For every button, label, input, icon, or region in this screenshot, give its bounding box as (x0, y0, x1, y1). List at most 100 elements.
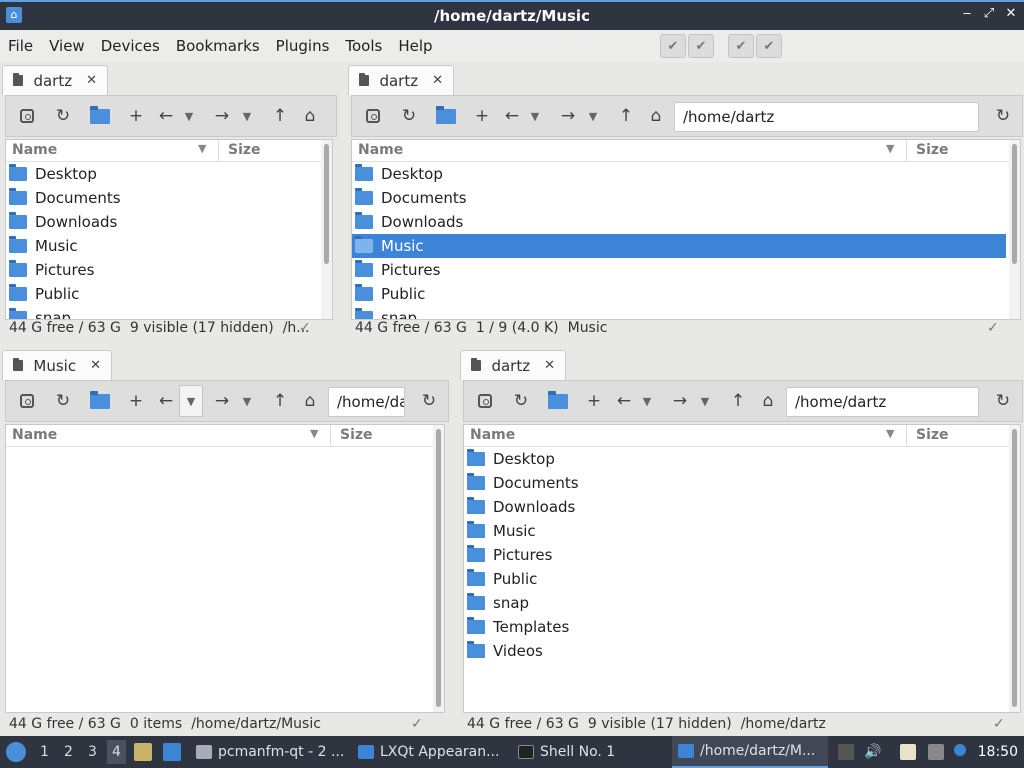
path-input[interactable]: /home/dartz (674, 102, 979, 132)
drive-button[interactable] (16, 96, 38, 136)
desktop-switch-2[interactable]: 2 (64, 744, 73, 760)
new-folder-button[interactable] (88, 381, 112, 421)
column-size[interactable]: Size (916, 142, 949, 158)
forward-button[interactable]: → (670, 381, 690, 421)
home-button[interactable]: ⌂ (758, 381, 778, 421)
list-item[interactable]: snap (464, 591, 1004, 615)
drive-button[interactable] (474, 381, 496, 421)
column-size[interactable]: Size (228, 142, 261, 158)
back-button[interactable]: ← (614, 381, 634, 421)
new-tab-button[interactable]: + (472, 96, 492, 136)
forward-button[interactable]: → (212, 381, 232, 421)
tab-dartz[interactable]: dartz ✕ (460, 350, 566, 380)
list-item[interactable]: Downloads (352, 210, 1006, 234)
menu-tools[interactable]: Tools (337, 37, 390, 55)
list-item[interactable]: Templates (464, 615, 1004, 639)
drive-button[interactable] (16, 381, 38, 421)
menu-devices[interactable]: Devices (93, 37, 168, 55)
sort-chevron-icon[interactable]: ▼ (886, 427, 894, 440)
list-item[interactable]: Public (6, 282, 318, 306)
tab-close-icon[interactable]: ✕ (90, 358, 101, 373)
list-item[interactable]: Desktop (352, 162, 1006, 186)
forward-button[interactable]: → (558, 96, 578, 136)
list-item[interactable]: Public (352, 282, 1006, 306)
view-toggle-check-icon[interactable]: ✔ (688, 34, 714, 58)
task-shell[interactable]: Shell No. 1 (512, 736, 670, 768)
view-toggle-check-icon[interactable]: ✔ (660, 34, 686, 58)
new-folder-button[interactable] (546, 381, 570, 421)
task-lxqt-appearance[interactable]: LXQt Appearan... (352, 736, 510, 768)
column-name[interactable]: Name (12, 427, 57, 443)
forward-history-button[interactable]: ▼ (586, 96, 600, 136)
list-item-selected[interactable]: Music (352, 234, 1006, 258)
list-item[interactable]: Pictures (6, 258, 318, 282)
column-size[interactable]: Size (916, 427, 949, 443)
file-list[interactable]: Name ▼ Size (5, 424, 445, 713)
file-list[interactable]: Name ▼ Size Desktop Documents Downloads … (5, 139, 333, 320)
tray-up-arrow-icon[interactable] (838, 744, 854, 760)
file-manager-launcher-icon[interactable] (134, 743, 152, 761)
vertical-scrollbar[interactable] (321, 140, 332, 319)
vertical-scrollbar[interactable] (1009, 140, 1020, 319)
desktop-switch-3[interactable]: 3 (88, 744, 97, 760)
list-item[interactable]: Desktop (464, 447, 1004, 471)
list-item[interactable]: Downloads (464, 495, 1004, 519)
menu-help[interactable]: Help (390, 37, 440, 55)
sort-chevron-icon[interactable]: ▼ (310, 427, 318, 440)
menu-plugins[interactable]: Plugins (268, 37, 338, 55)
tab-dartz[interactable]: dartz ✕ (2, 65, 108, 95)
column-name[interactable]: Name (12, 142, 57, 158)
file-list[interactable]: Name ▼ Size Desktop Documents Downloads … (463, 424, 1021, 713)
drive-button[interactable] (362, 96, 384, 136)
up-button[interactable]: ↑ (270, 381, 290, 421)
list-item[interactable]: Pictures (352, 258, 1006, 282)
list-item[interactable]: Videos (464, 639, 1004, 663)
file-list[interactable]: Name ▼ Size Desktop Documents Downloads … (351, 139, 1021, 320)
tab-music[interactable]: Music ✕ (2, 350, 112, 380)
view-toggle-check-icon[interactable]: ✔ (756, 34, 782, 58)
desktop-switch-1[interactable]: 1 (40, 744, 49, 760)
notification-icon[interactable] (954, 744, 966, 756)
path-input[interactable]: /home/dartz (786, 387, 979, 417)
view-toggle-check-icon[interactable]: ✔ (728, 34, 754, 58)
desktop-switch-4[interactable]: 4 (107, 740, 126, 764)
refresh-button[interactable]: ↻ (510, 381, 532, 421)
new-folder-button[interactable] (88, 96, 112, 136)
back-history-button[interactable]: ▼ (182, 96, 196, 136)
close-icon[interactable]: ✕ (1004, 6, 1018, 21)
list-item[interactable]: Public (464, 567, 1004, 591)
new-tab-button[interactable]: + (126, 381, 146, 421)
reload-button[interactable]: ↻ (992, 96, 1014, 136)
menu-view[interactable]: View (41, 37, 93, 55)
vertical-scrollbar[interactable] (433, 425, 444, 712)
network-icon[interactable] (928, 744, 944, 760)
list-item[interactable]: Documents (6, 186, 318, 210)
back-history-button[interactable]: ▼ (528, 96, 542, 136)
menu-bookmarks[interactable]: Bookmarks (168, 37, 268, 55)
start-menu-icon[interactable] (6, 742, 26, 762)
menu-file[interactable]: File (0, 37, 41, 55)
minimize-icon[interactable]: ‒ (960, 6, 974, 21)
sort-chevron-icon[interactable]: ▼ (886, 142, 894, 155)
volume-icon[interactable]: 🔊 (864, 744, 881, 760)
clock[interactable]: 18:50 (978, 744, 1018, 760)
column-name[interactable]: Name (358, 142, 403, 158)
up-button[interactable]: ↑ (728, 381, 748, 421)
new-folder-button[interactable] (434, 96, 458, 136)
new-tab-button[interactable]: + (584, 381, 604, 421)
list-item[interactable]: Pictures (464, 543, 1004, 567)
vertical-scrollbar[interactable] (1009, 425, 1020, 712)
task-home-dartz-music[interactable]: /home/dartz/M... (672, 736, 828, 768)
column-size[interactable]: Size (340, 427, 373, 443)
tab-close-icon[interactable]: ✕ (544, 358, 555, 373)
tab-close-icon[interactable]: ✕ (86, 73, 97, 88)
tab-dartz[interactable]: dartz ✕ (348, 65, 454, 95)
forward-history-button[interactable]: ▼ (240, 96, 254, 136)
tab-close-icon[interactable]: ✕ (432, 73, 443, 88)
up-button[interactable]: ↑ (616, 96, 636, 136)
back-history-button[interactable]: ▼ (179, 385, 203, 417)
list-item[interactable]: Desktop (6, 162, 318, 186)
column-name[interactable]: Name (470, 427, 515, 443)
list-item[interactable]: Documents (352, 186, 1006, 210)
path-input[interactable]: /home/dartz/Music (328, 387, 405, 417)
